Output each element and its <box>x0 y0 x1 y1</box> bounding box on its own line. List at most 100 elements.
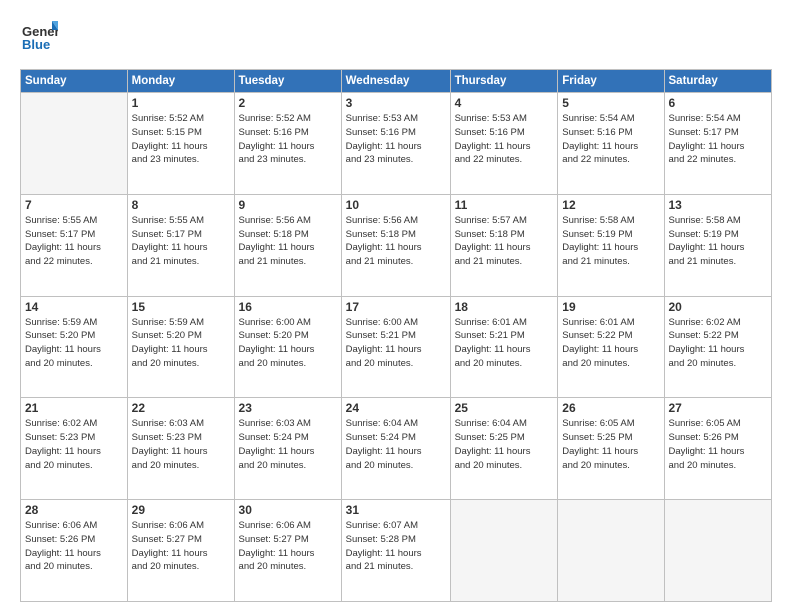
day-detail: Sunrise: 5:56 AM Sunset: 5:18 PM Dayligh… <box>239 214 337 269</box>
weekday-header-monday: Monday <box>127 70 234 93</box>
calendar-cell: 15 Sunrise: 5:59 AM Sunset: 5:20 PM Dayli… <box>127 296 234 398</box>
calendar-cell: 21 Sunrise: 6:02 AM Sunset: 5:23 PM Dayli… <box>21 398 128 500</box>
week-row-5: 28 Sunrise: 6:06 AM Sunset: 5:26 PM Dayli… <box>21 500 772 602</box>
calendar-cell: 25Sunrise: 6:04 AM Sunset: 5:25 PM Dayli… <box>450 398 558 500</box>
day-number: 1 <box>132 96 230 110</box>
day-number: 27 <box>669 401 768 415</box>
calendar-cell: 3Sunrise: 5:53 AM Sunset: 5:16 PM Daylig… <box>341 93 450 195</box>
day-number: 31 <box>346 503 446 517</box>
day-number: 18 <box>455 300 554 314</box>
weekday-header-saturday: Saturday <box>664 70 772 93</box>
week-row-3: 14 Sunrise: 5:59 AM Sunset: 5:20 PM Dayli… <box>21 296 772 398</box>
day-number: 11 <box>455 198 554 212</box>
calendar-cell: 9 Sunrise: 5:56 AM Sunset: 5:18 PM Daylig… <box>234 194 341 296</box>
day-number: 23 <box>239 401 337 415</box>
day-number: 8 <box>132 198 230 212</box>
day-detail: Sunrise: 6:02 AM Sunset: 5:22 PM Dayligh… <box>669 316 768 371</box>
day-number: 20 <box>669 300 768 314</box>
calendar-cell: 14 Sunrise: 5:59 AM Sunset: 5:20 PM Dayli… <box>21 296 128 398</box>
day-detail: Sunrise: 6:00 AM Sunset: 5:20 PM Dayligh… <box>239 316 337 371</box>
day-number: 21 <box>25 401 123 415</box>
day-detail: Sunrise: 5:58 AM Sunset: 5:19 PM Dayligh… <box>669 214 768 269</box>
calendar-cell: 16Sunrise: 6:00 AM Sunset: 5:20 PM Dayli… <box>234 296 341 398</box>
day-detail: Sunrise: 5:59 AM Sunset: 5:20 PM Dayligh… <box>25 316 123 371</box>
day-detail: Sunrise: 5:54 AM Sunset: 5:17 PM Dayligh… <box>669 112 768 167</box>
week-row-2: 7 Sunrise: 5:55 AM Sunset: 5:17 PM Daylig… <box>21 194 772 296</box>
calendar-cell: 28 Sunrise: 6:06 AM Sunset: 5:26 PM Dayli… <box>21 500 128 602</box>
day-number: 9 <box>239 198 337 212</box>
calendar-cell: 2 Sunrise: 5:52 AM Sunset: 5:16 PM Daylig… <box>234 93 341 195</box>
calendar-cell: 11 Sunrise: 5:57 AM Sunset: 5:18 PM Dayli… <box>450 194 558 296</box>
day-number: 30 <box>239 503 337 517</box>
calendar-cell: 10 Sunrise: 5:56 AM Sunset: 5:18 PM Dayli… <box>341 194 450 296</box>
calendar-cell: 24 Sunrise: 6:04 AM Sunset: 5:24 PM Dayli… <box>341 398 450 500</box>
day-number: 12 <box>562 198 659 212</box>
day-number: 26 <box>562 401 659 415</box>
day-detail: Sunrise: 6:02 AM Sunset: 5:23 PM Dayligh… <box>25 417 123 472</box>
calendar-cell: 6Sunrise: 5:54 AM Sunset: 5:17 PM Daylig… <box>664 93 772 195</box>
weekday-header-thursday: Thursday <box>450 70 558 93</box>
day-number: 7 <box>25 198 123 212</box>
logo: General Blue <box>20 16 62 59</box>
day-number: 2 <box>239 96 337 110</box>
calendar-cell: 22 Sunrise: 6:03 AM Sunset: 5:23 PM Dayli… <box>127 398 234 500</box>
day-detail: Sunrise: 6:01 AM Sunset: 5:21 PM Dayligh… <box>455 316 554 371</box>
day-detail: Sunrise: 6:06 AM Sunset: 5:26 PM Dayligh… <box>25 519 123 574</box>
calendar-cell: 13Sunrise: 5:58 AM Sunset: 5:19 PM Dayli… <box>664 194 772 296</box>
day-number: 5 <box>562 96 659 110</box>
calendar-cell: 19Sunrise: 6:01 AM Sunset: 5:22 PM Dayli… <box>558 296 664 398</box>
day-detail: Sunrise: 6:06 AM Sunset: 5:27 PM Dayligh… <box>132 519 230 574</box>
calendar-cell: 23 Sunrise: 6:03 AM Sunset: 5:24 PM Dayli… <box>234 398 341 500</box>
calendar-cell <box>558 500 664 602</box>
day-detail: Sunrise: 5:53 AM Sunset: 5:16 PM Dayligh… <box>346 112 446 167</box>
day-detail: Sunrise: 6:04 AM Sunset: 5:24 PM Dayligh… <box>346 417 446 472</box>
calendar-cell: 29Sunrise: 6:06 AM Sunset: 5:27 PM Dayli… <box>127 500 234 602</box>
weekday-header-wednesday: Wednesday <box>341 70 450 93</box>
day-detail: Sunrise: 5:54 AM Sunset: 5:16 PM Dayligh… <box>562 112 659 167</box>
calendar-cell: 18 Sunrise: 6:01 AM Sunset: 5:21 PM Dayli… <box>450 296 558 398</box>
calendar-cell: 20 Sunrise: 6:02 AM Sunset: 5:22 PM Dayli… <box>664 296 772 398</box>
calendar-cell: 26 Sunrise: 6:05 AM Sunset: 5:25 PM Dayli… <box>558 398 664 500</box>
day-detail: Sunrise: 6:03 AM Sunset: 5:24 PM Dayligh… <box>239 417 337 472</box>
calendar-cell <box>664 500 772 602</box>
day-number: 24 <box>346 401 446 415</box>
calendar-cell: 30 Sunrise: 6:06 AM Sunset: 5:27 PM Dayli… <box>234 500 341 602</box>
calendar-cell: 17Sunrise: 6:00 AM Sunset: 5:21 PM Dayli… <box>341 296 450 398</box>
day-detail: Sunrise: 5:55 AM Sunset: 5:17 PM Dayligh… <box>25 214 123 269</box>
day-number: 4 <box>455 96 554 110</box>
day-number: 22 <box>132 401 230 415</box>
calendar: SundayMondayTuesdayWednesdayThursdayFrid… <box>20 69 772 602</box>
calendar-cell: 7 Sunrise: 5:55 AM Sunset: 5:17 PM Daylig… <box>21 194 128 296</box>
calendar-cell <box>450 500 558 602</box>
calendar-cell: 31 Sunrise: 6:07 AM Sunset: 5:28 PM Dayli… <box>341 500 450 602</box>
day-number: 25 <box>455 401 554 415</box>
page: General Blue SundayMondayTuesdayWednesda… <box>0 0 792 612</box>
day-detail: Sunrise: 5:53 AM Sunset: 5:16 PM Dayligh… <box>455 112 554 167</box>
day-detail: Sunrise: 6:03 AM Sunset: 5:23 PM Dayligh… <box>132 417 230 472</box>
day-detail: Sunrise: 6:06 AM Sunset: 5:27 PM Dayligh… <box>239 519 337 574</box>
day-detail: Sunrise: 5:55 AM Sunset: 5:17 PM Dayligh… <box>132 214 230 269</box>
week-row-1: 1Sunrise: 5:52 AM Sunset: 5:15 PM Daylig… <box>21 93 772 195</box>
header: General Blue <box>20 16 772 59</box>
day-detail: Sunrise: 5:59 AM Sunset: 5:20 PM Dayligh… <box>132 316 230 371</box>
weekday-header-row: SundayMondayTuesdayWednesdayThursdayFrid… <box>21 70 772 93</box>
weekday-header-sunday: Sunday <box>21 70 128 93</box>
day-detail: Sunrise: 6:07 AM Sunset: 5:28 PM Dayligh… <box>346 519 446 574</box>
day-number: 10 <box>346 198 446 212</box>
day-detail: Sunrise: 6:01 AM Sunset: 5:22 PM Dayligh… <box>562 316 659 371</box>
day-number: 15 <box>132 300 230 314</box>
day-number: 28 <box>25 503 123 517</box>
day-number: 14 <box>25 300 123 314</box>
calendar-cell: 5 Sunrise: 5:54 AM Sunset: 5:16 PM Daylig… <box>558 93 664 195</box>
day-detail: Sunrise: 5:56 AM Sunset: 5:18 PM Dayligh… <box>346 214 446 269</box>
calendar-cell: 4 Sunrise: 5:53 AM Sunset: 5:16 PM Daylig… <box>450 93 558 195</box>
day-detail: Sunrise: 5:57 AM Sunset: 5:18 PM Dayligh… <box>455 214 554 269</box>
weekday-header-friday: Friday <box>558 70 664 93</box>
calendar-cell: 1Sunrise: 5:52 AM Sunset: 5:15 PM Daylig… <box>127 93 234 195</box>
calendar-cell <box>21 93 128 195</box>
day-number: 17 <box>346 300 446 314</box>
calendar-cell: 8 Sunrise: 5:55 AM Sunset: 5:17 PM Daylig… <box>127 194 234 296</box>
day-detail: Sunrise: 5:52 AM Sunset: 5:16 PM Dayligh… <box>239 112 337 167</box>
logo-icon: General Blue <box>20 16 58 54</box>
day-detail: Sunrise: 6:05 AM Sunset: 5:25 PM Dayligh… <box>562 417 659 472</box>
